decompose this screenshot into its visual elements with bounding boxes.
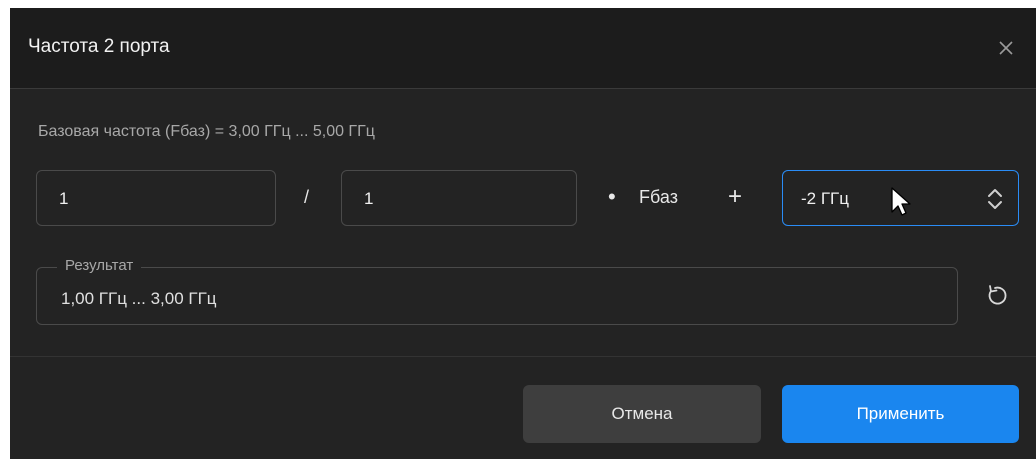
numerator-value: 1 (59, 189, 69, 208)
slash-symbol: / (304, 187, 310, 207)
reset-icon (988, 285, 1007, 305)
multiply-symbol: • (608, 184, 616, 209)
result-value: 1,00 ГГц ... 3,00 ГГц (61, 289, 217, 308)
base-frequency-symbol: Fбаз (639, 187, 678, 207)
reset-button[interactable] (984, 282, 1010, 308)
close-button[interactable] (992, 34, 1020, 62)
close-icon (999, 41, 1013, 55)
apply-button[interactable]: Применить (782, 385, 1019, 443)
offset-value: -2 ГГц (801, 189, 849, 208)
result-field: Результат 1,00 ГГц ... 3,00 ГГц (36, 257, 958, 325)
port-frequency-dialog: Частота 2 порта Базовая частота (Fбаз) =… (10, 8, 1036, 459)
result-label: Результат (57, 257, 142, 274)
numerator-input[interactable]: 1 (36, 170, 276, 226)
dialog-title: Частота 2 порта (28, 36, 170, 57)
plus-symbol: + (728, 183, 743, 210)
base-frequency-text: Базовая частота (Fбаз) = 3,00 ГГц ... 5,… (38, 123, 375, 140)
cancel-button[interactable]: Отмена (523, 385, 761, 443)
footer-divider (10, 356, 1036, 357)
dialog-titlebar: Частота 2 порта (10, 8, 1036, 89)
denominator-input[interactable]: 1 (341, 170, 577, 226)
mouse-pointer-icon (891, 187, 911, 216)
denominator-value: 1 (364, 189, 374, 208)
offset-stepper[interactable] (984, 185, 1006, 213)
up-down-chevron-icon (988, 189, 1002, 209)
